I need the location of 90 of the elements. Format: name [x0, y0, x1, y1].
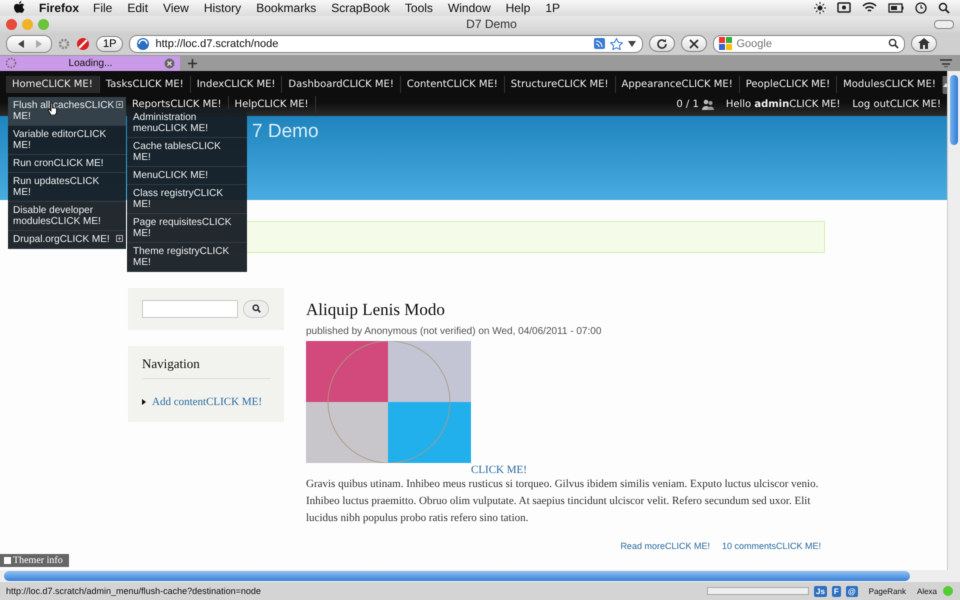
status-label: PageRank — [868, 586, 906, 596]
dropdown-item[interactable]: Variable editorCLICK ME! — [8, 126, 126, 155]
submenu-item[interactable]: Administration menuCLICK ME! — [127, 108, 247, 138]
app-menu[interactable]: Firefox — [39, 0, 80, 15]
submenu-item[interactable]: Page requisitesCLICK ME! — [127, 214, 247, 243]
dropdown-item[interactable]: Run cronCLICK ME! — [8, 154, 126, 173]
admin-menu-item[interactable]: IndexCLICK ME! — [190, 76, 282, 94]
url-field[interactable]: http://loc.d7.scratch/node — [129, 34, 644, 53]
globe-icon — [136, 36, 150, 51]
spinner-icon — [5, 57, 17, 70]
article-body: Gravis quibus utinam. Inhibeo meus rusticus si torqueo. Gilvus ibidem similis veniam. Exputo luctus ulciscor venio. Inhibeo luctus praemitto. Obruo olim vulputate. At saepius tincidunt ulciscor velit. Refero secundum sed uxor. Elit lucidus nibh populus probo ratis refero sino tation. — [306, 476, 820, 526]
dropdown-item[interactable]: Flush all cachesCLICK ME! — [8, 96, 126, 126]
addon-icon[interactable]: F — [832, 586, 841, 597]
admin-menu-item[interactable]: DashboardCLICK ME! — [282, 76, 401, 94]
home-icon — [918, 38, 930, 50]
reload-button[interactable] — [649, 35, 676, 52]
menu-item[interactable]: Bookmarks — [256, 0, 316, 15]
apple-icon[interactable] — [14, 1, 25, 14]
admin-menu-item[interactable]: PeopleCLICK ME! — [740, 76, 838, 94]
plus-icon[interactable] — [188, 58, 197, 68]
status-label: Alexa — [916, 586, 937, 596]
menu-item[interactable]: ScrapBook — [331, 0, 390, 15]
search-box[interactable]: Google — [713, 34, 906, 53]
dropdown-item[interactable]: Disable developer modulesCLICK ME! — [8, 202, 126, 231]
close-icon[interactable] — [6, 18, 17, 30]
bullet-icon — [142, 398, 146, 405]
block-title: Navigation — [142, 356, 270, 379]
window-title: D7 Demo — [465, 17, 518, 32]
menu-item[interactable]: View — [163, 0, 189, 15]
greeting-link[interactable]: Hello adminCLICK ME! — [726, 99, 840, 110]
article-link[interactable]: Read moreCLICK ME! — [620, 540, 710, 551]
status-url: http://loc.d7.scratch/admin_menu/flush-cache?destination=node — [6, 586, 261, 596]
addon-icon[interactable]: @ — [846, 586, 858, 597]
menu-item[interactable]: Edit — [127, 0, 148, 15]
battery-icon[interactable] — [888, 2, 904, 13]
search-button[interactable] — [243, 300, 269, 318]
dropdown-item[interactable]: Drupal.orgCLICK ME! — [8, 230, 126, 249]
search-icon[interactable] — [938, 2, 950, 14]
admin-menu-item[interactable]: StructureCLICK ME! — [504, 76, 616, 94]
user-count: 0 / 1 — [676, 99, 699, 110]
toolbar-toggle-button[interactable] — [934, 20, 954, 29]
submenu-item[interactable]: Cache tablesCLICK ME! — [127, 138, 247, 167]
scrollbar[interactable] — [947, 70, 960, 570]
image-link[interactable]: CLICK ME! — [471, 464, 527, 476]
submenu-item[interactable]: Theme registryCLICK ME! — [127, 242, 247, 272]
close-icon — [689, 38, 700, 49]
profile-button[interactable]: 1P — [96, 36, 124, 52]
horizontal-scrollbar[interactable] — [0, 570, 960, 582]
thumbnail-drawing[interactable] — [306, 340, 471, 463]
menu-item[interactable]: Tools — [404, 0, 433, 15]
browser-tab[interactable]: Loading... — [0, 56, 180, 71]
search-icon[interactable] — [888, 38, 900, 50]
addon-icon[interactable]: Js — [814, 586, 827, 597]
themer-info-toggle[interactable]: Themer info — [0, 554, 69, 568]
list-icon[interactable] — [940, 59, 952, 68]
menu-item[interactable]: File — [93, 0, 112, 15]
reload-icon — [656, 38, 668, 50]
users-icon — [702, 99, 714, 110]
home-button[interactable] — [911, 35, 938, 52]
admin-menu-item[interactable]: HomeCLICK ME! — [6, 76, 100, 94]
wifi-icon[interactable] — [862, 2, 877, 14]
menu-item[interactable]: Help — [506, 0, 530, 15]
article-link[interactable]: 10 commentsCLICK ME! — [722, 540, 821, 551]
article-meta: published by Anonymous (not verified) on Wed, 04/06/2011 - 07:00 — [306, 326, 602, 337]
google-icon — [719, 37, 732, 50]
submenu-item[interactable]: Class registryCLICK ME! — [127, 184, 247, 214]
close-icon[interactable] — [164, 58, 175, 69]
submenu-item[interactable]: MenuCLICK ME! — [127, 166, 247, 185]
admin-menu-item[interactable]: AppearanceCLICK ME! — [616, 76, 740, 94]
menu-item[interactable]: 1P — [545, 0, 560, 15]
caret-icon[interactable] — [628, 40, 636, 47]
admin-menu-item[interactable]: TasksCLICK ME! — [100, 76, 191, 94]
stop-button[interactable] — [681, 35, 708, 52]
checkbox[interactable] — [4, 557, 11, 564]
nav-link[interactable]: Add contentCLICK ME! — [152, 396, 262, 408]
back-forward-button[interactable] — [6, 34, 52, 53]
article-title[interactable]: Aliquip Lenis Modo — [306, 300, 821, 320]
brightness-icon[interactable] — [814, 2, 826, 14]
admin-menu-item[interactable]: ContentCLICK ME! — [400, 76, 505, 94]
stop-sign-icon[interactable] — [76, 36, 90, 51]
clock-icon[interactable] — [915, 2, 927, 14]
menu-item[interactable]: History — [204, 0, 242, 15]
search-field[interactable] — [142, 300, 238, 318]
logout-link[interactable]: Log outCLICK ME! — [852, 99, 941, 110]
star-icon[interactable] — [610, 38, 624, 50]
menu-item[interactable]: Window — [448, 0, 491, 15]
rss-icon[interactable] — [594, 38, 606, 50]
dropdown-item[interactable]: Run updatesCLICK ME! — [8, 172, 126, 202]
search-icon — [252, 304, 260, 314]
camera-icon[interactable] — [837, 2, 851, 14]
